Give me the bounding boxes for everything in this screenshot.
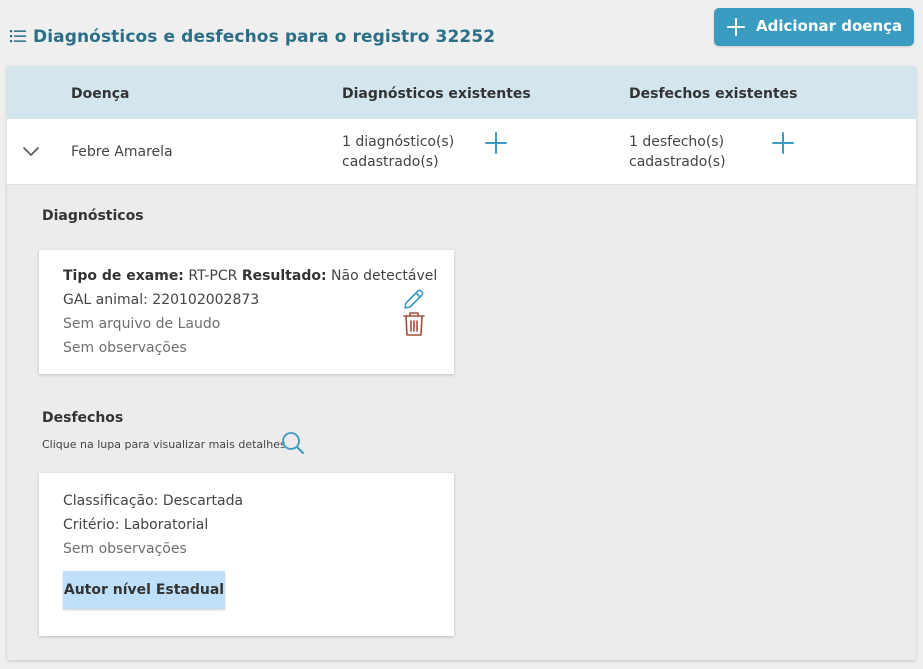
search-icon[interactable] <box>281 431 305 455</box>
add-disease-button[interactable]: Adicionar doença <box>714 8 914 46</box>
exam-type-label: Tipo de exame: <box>63 268 184 284</box>
diagnosis-card: Tipo de exame: RT-PCR Resultado: Não det… <box>39 250 454 374</box>
column-header-outcomes: Desfechos existentes <box>629 86 798 102</box>
gal-value: 220102002873 <box>152 292 260 308</box>
disease-name: Febre Amarela <box>71 144 173 160</box>
column-header-disease: Doença <box>71 86 130 102</box>
add-disease-label: Adicionar doença <box>756 17 903 35</box>
outcome-classification: Classificação: Descartada <box>63 493 244 509</box>
add-diagnosis-button[interactable] <box>485 132 507 154</box>
table-header: Doença Diagnósticos existentes Desfechos… <box>7 66 916 119</box>
outcome-card: Classificação: Descartada Critério: Labo… <box>39 473 454 636</box>
plus-icon <box>727 18 745 36</box>
table-row: Febre Amarela 1 diagnóstico(s) cadastrad… <box>7 119 916 185</box>
diagnosis-exam-result: Tipo de exame: RT-PCR Resultado: Não det… <box>63 268 437 284</box>
diseases-table: Doença Diagnósticos existentes Desfechos… <box>7 66 916 660</box>
page-title: Diagnósticos e desfechos para o registro… <box>33 27 496 47</box>
outcomes-hint: Clique na lupa para visualizar mais deta… <box>42 438 286 451</box>
outcome-criterion: Critério: Laboratorial <box>63 517 209 533</box>
result-label: Resultado: <box>241 268 327 284</box>
result-value: Não detectável <box>331 268 438 284</box>
outcomes-count-line2: cadastrado(s) <box>629 154 726 170</box>
add-outcome-button[interactable] <box>772 132 794 154</box>
page-header: Diagnósticos e desfechos para o registro… <box>0 0 923 66</box>
diagnosis-report: Sem arquivo de Laudo <box>63 316 221 332</box>
diagnosis-gal: GAL animal: 220102002873 <box>63 292 259 308</box>
diagnoses-section-title: Diagnósticos <box>42 208 144 224</box>
trash-icon[interactable] <box>402 311 426 337</box>
gal-label: GAL animal: <box>63 292 148 308</box>
pencil-icon[interactable] <box>402 287 426 311</box>
diagnoses-count-line1: 1 diagnóstico(s) <box>342 134 455 150</box>
outcome-notes: Sem observações <box>63 541 187 557</box>
list-icon <box>10 30 26 43</box>
chevron-down-icon[interactable] <box>23 143 39 159</box>
outcomes-section-title: Desfechos <box>42 410 124 426</box>
author-level-button[interactable]: Autor nível Estadual <box>63 571 225 609</box>
column-header-diagnoses: Diagnósticos existentes <box>342 86 531 102</box>
exam-type-value: RT-PCR <box>188 268 238 284</box>
outcomes-count-line1: 1 desfecho(s) <box>629 134 725 150</box>
diagnoses-count-line2: cadastrado(s) <box>342 154 439 170</box>
diagnosis-notes: Sem observações <box>63 340 187 356</box>
